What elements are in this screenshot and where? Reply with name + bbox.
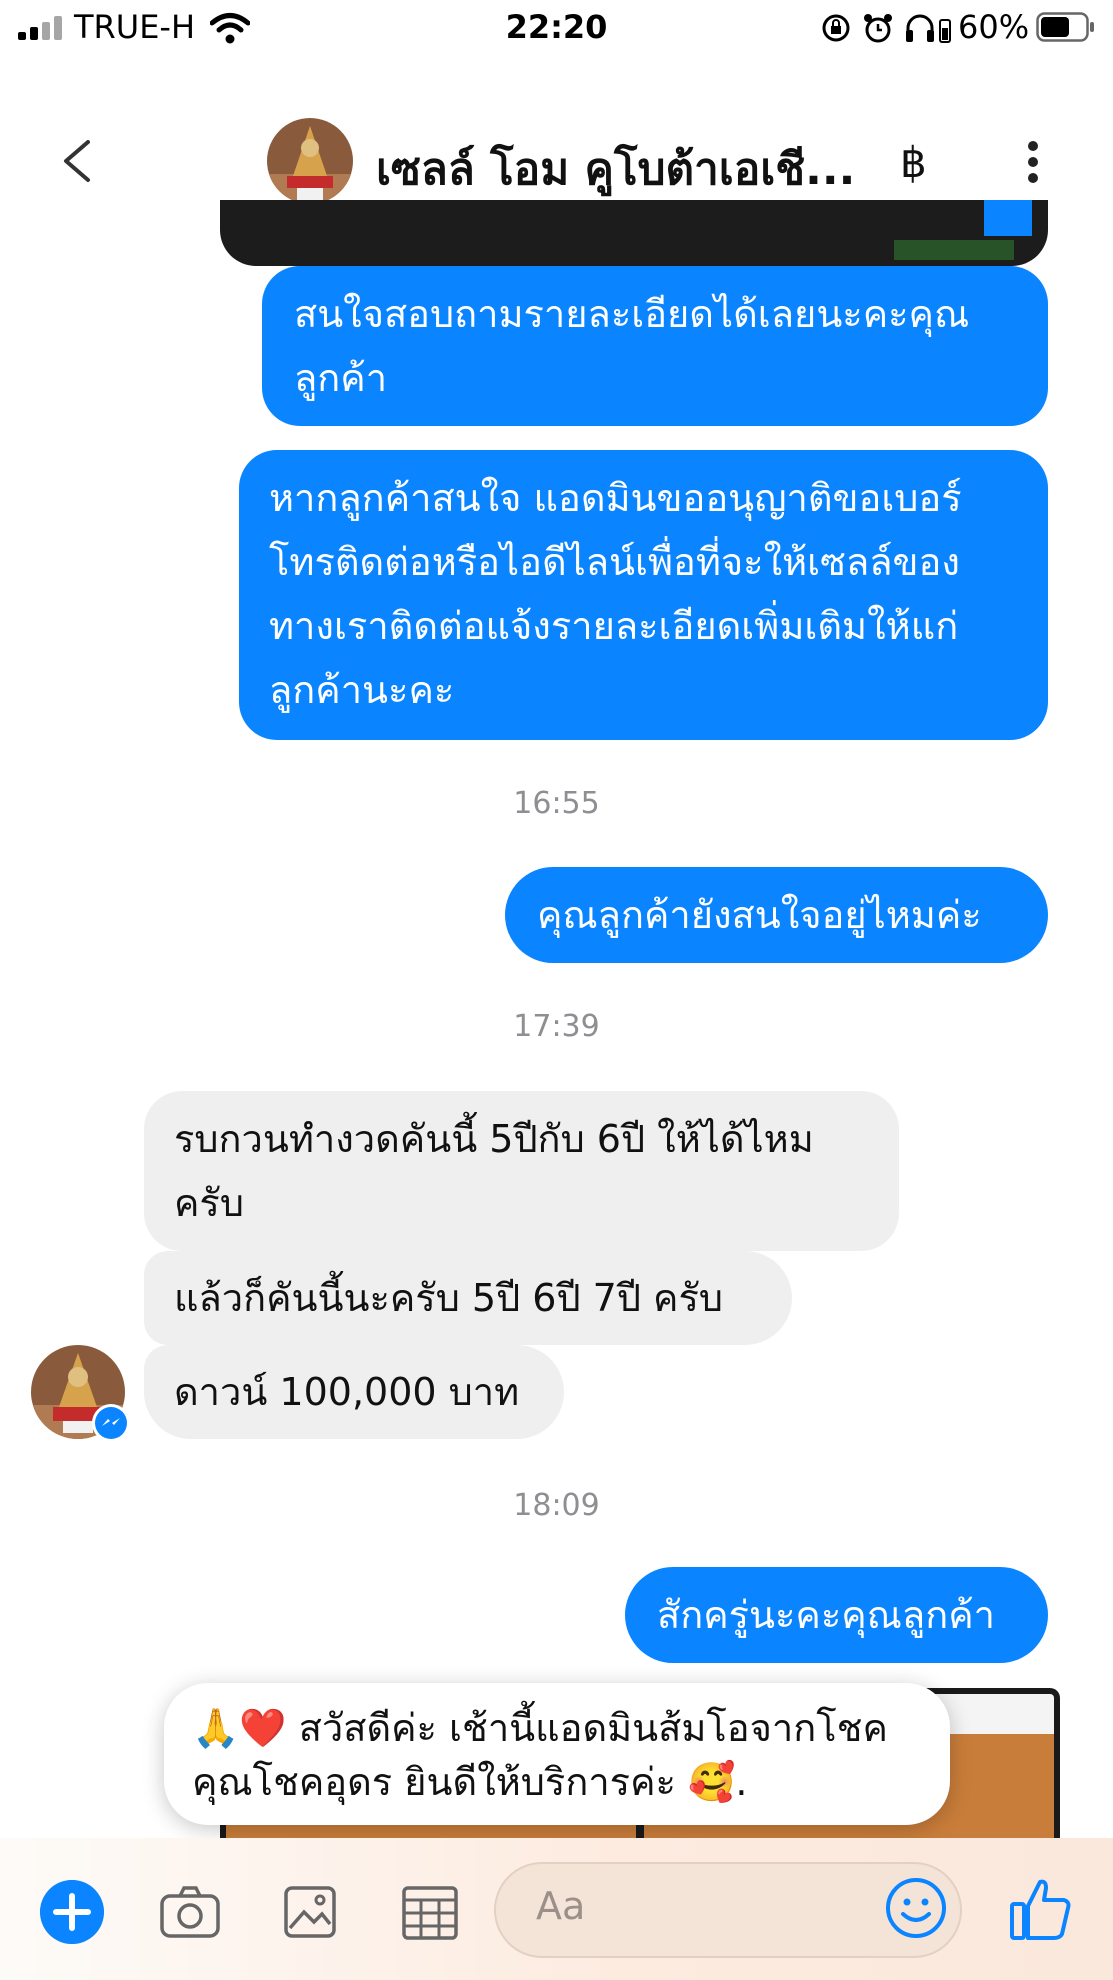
shared-image-partial[interactable] [220, 200, 1048, 266]
smiling-hearts-emoji-icon: 🥰. [688, 1760, 748, 1804]
battery-percent: 60% [958, 8, 1030, 46]
payment-baht-icon[interactable]: ฿ [900, 138, 927, 187]
message-bubble-outgoing[interactable]: สักครู่นะคะคุณลูกค้า [625, 1567, 1048, 1663]
message-line: ลูกค้านะคะ [269, 668, 455, 712]
notification-line: 🙏❤️ สวัสดีค่ะ เช้านี้แอดมินส้มโอจากโชค [192, 1706, 888, 1750]
message-bubble-incoming[interactable]: แล้วก็คันนี้นะครับ 5ปี 6ปี 7ปี ครับ [144, 1251, 792, 1345]
message-line: สนใจสอบถามรายละเอียดได้เลยนะคะคุณ [294, 292, 970, 336]
message-line: ลูกค้า [294, 356, 388, 400]
timestamp: 18:09 [513, 1488, 600, 1523]
status-icons [822, 14, 951, 43]
message-bubble-outgoing[interactable]: คุณลูกค้ายังสนใจอยู่ไหมค่ะ [505, 867, 1048, 963]
message-bubble-outgoing[interactable]: สนใจสอบถามรายละเอียดได้เลยนะคะคุณ ลูกค้า [262, 266, 1048, 426]
back-chevron-icon[interactable] [58, 138, 94, 184]
camera-icon[interactable] [158, 1880, 222, 1944]
timestamp: 16:55 [513, 786, 600, 821]
grid-icon[interactable] [398, 1880, 462, 1944]
message-line: ดาวน์ 100,000 บาท [174, 1370, 520, 1414]
notification-toast[interactable]: 🙏❤️ สวัสดีค่ะ เช้านี้แอดมินส้มโอจากโชค ค… [164, 1683, 950, 1825]
gallery-icon[interactable] [278, 1880, 342, 1944]
message-line: สักครู่นะคะคุณลูกค้า [657, 1593, 995, 1637]
message-line: แล้วก็คันนี้นะครับ 5ปี 6ปี 7ปี ครับ [174, 1276, 723, 1320]
message-bubble-incoming[interactable]: ดาวน์ 100,000 บาท [144, 1345, 564, 1439]
rotation-lock-icon [822, 14, 850, 42]
message-bubble-outgoing[interactable]: หากลูกค้าสนใจ แอดมินขออนุญาติขอเบอร์ โทร… [239, 450, 1048, 740]
plus-icon[interactable] [40, 1880, 104, 1944]
message-line: หากลูกค้าสนใจ แอดมินขออนุญาติขอเบอร์ [269, 476, 962, 520]
alarm-icon [864, 14, 892, 43]
more-vertical-icon[interactable] [1018, 140, 1048, 184]
pray-heart-emoji-icon: 🙏❤️ [192, 1706, 287, 1750]
timestamp: 17:39 [513, 1009, 600, 1044]
message-line: ครับ [174, 1181, 244, 1225]
headphones-icon [906, 14, 951, 43]
notification-line: คุณโชคอุดร ยินดีให้บริการค่ะ 🥰. [192, 1760, 748, 1804]
contact-avatar[interactable] [267, 118, 353, 204]
message-bubble-incoming[interactable]: รบกวนทำงวดคันนี้ 5ปีกับ 6ปี ให้ได้ไหม คร… [144, 1091, 899, 1251]
messenger-badge-icon [92, 1404, 130, 1442]
status-bar: TRUE-H 22:20 60% [0, 0, 1113, 56]
chat-title[interactable]: เซลล์ โอม คูโบต้าเอเชี... [376, 134, 855, 204]
message-line: โทรติดต่อหรือไอดีไลน์เพื่อที่จะให้เซลล์ข… [269, 540, 960, 584]
battery-icon [1036, 12, 1094, 42]
message-line: คุณลูกค้ายังสนใจอยู่ไหมค่ะ [537, 893, 982, 937]
thumbs-up-icon[interactable] [1006, 1874, 1076, 1944]
emoji-icon[interactable] [884, 1876, 948, 1940]
message-line: รบกวนทำงวดคันนี้ 5ปีกับ 6ปี ให้ได้ไหม [174, 1117, 814, 1161]
message-input-placeholder: Aa [536, 1884, 586, 1928]
message-line: ทางเราติดต่อแจ้งรายละเอียดเพิ่มเติมให้แก… [269, 604, 959, 648]
